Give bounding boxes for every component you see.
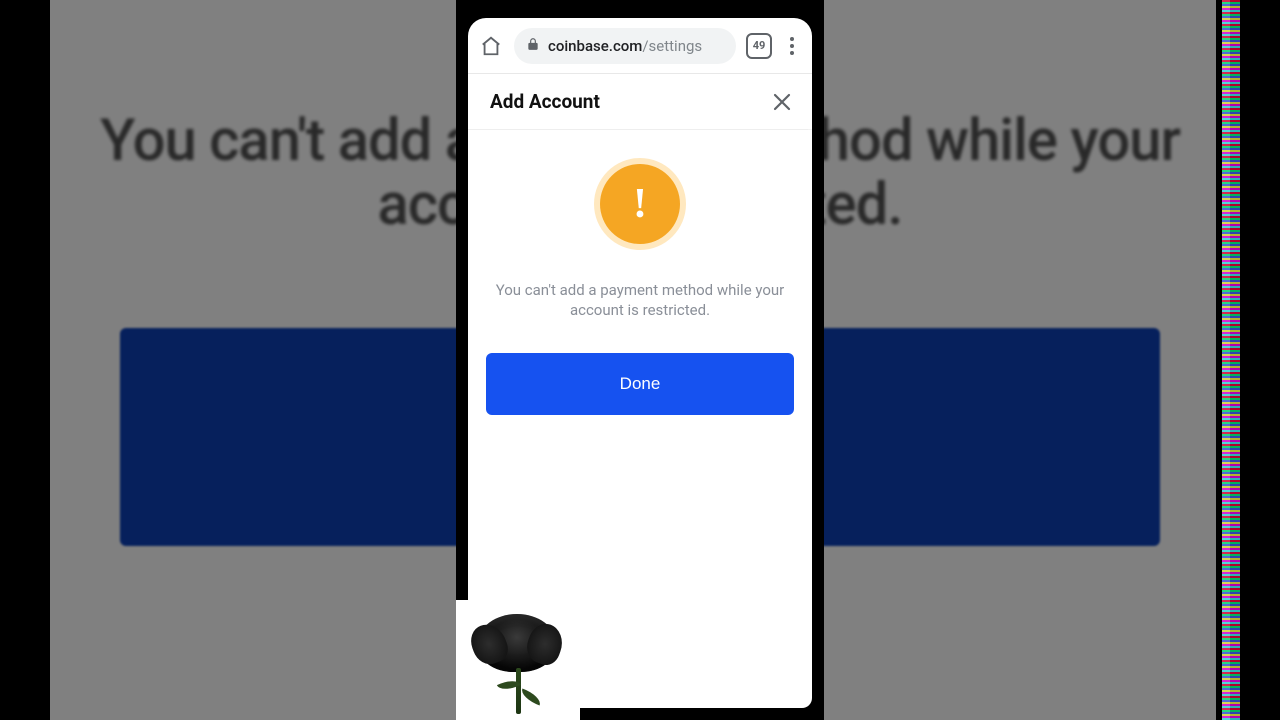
overflow-menu-icon[interactable] [782,37,802,55]
video-artifact-stripe [1222,0,1240,720]
browser-toolbar: coinbase.com/settings 49 [468,18,812,74]
modal-message: You can't add a payment method while you… [486,280,794,321]
video-right-bar [1240,0,1280,720]
avatar-overlay [456,600,580,720]
url-path: /settings [642,37,702,55]
warning-icon: ! [600,164,680,244]
tab-switcher-button[interactable]: 49 [746,33,772,59]
url-host: coinbase.com [548,37,642,55]
tab-count-value: 49 [753,39,766,52]
close-icon[interactable] [770,90,794,114]
address-bar[interactable]: coinbase.com/settings [514,28,736,64]
modal-header: Add Account [468,74,812,130]
done-button[interactable]: Done [486,353,794,415]
home-icon[interactable] [478,33,504,59]
video-artifact-gap [1216,0,1222,720]
gesture-handle [808,88,812,228]
rose-icon [468,610,568,710]
warning-badge: ! [594,158,686,250]
done-button-label: Done [620,374,661,393]
modal-title: Add Account [490,90,600,113]
lock-icon [526,37,540,55]
